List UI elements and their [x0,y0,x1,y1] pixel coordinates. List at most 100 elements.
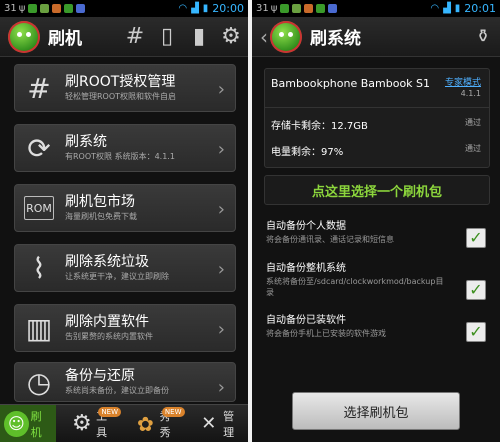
chevron-right-icon: › [217,259,225,280]
option-title: 自动备份已装软件 [266,315,346,326]
menu-item-subtitle: 告别累赘的系统内置软件 [65,332,153,341]
android-refresh-icon: ⟳ [27,131,51,165]
signal-icon: ▟ [443,3,451,14]
checkbox-backup-personal[interactable]: ✓ [466,228,486,248]
notification-icons: ψ [271,3,338,14]
page-title: 刷机 [48,29,82,49]
trash-icon: ▥ [25,311,53,345]
menu-item-title: 备份与还原 [65,368,135,384]
battery-row: 电量剩余：97% 通过 [271,143,483,158]
option-subtitle: 系统将备份至/sdcard/clockworkmod/backup目录 [266,277,444,297]
menu-item-root-manager[interactable]: # 刷ROOT授权管理 轻松管理ROOT权限和软件自启 › [14,64,236,112]
option-title: 自动备份个人数据 [266,221,346,232]
new-badge: NEW [98,406,121,417]
select-rom-button[interactable]: 选择刷机包 [292,392,460,430]
page-title: 刷系统 [310,29,361,49]
app-notification-icon [76,4,86,13]
clock: 20:01 [464,2,496,15]
gear-icon: ⚙ [71,411,92,436]
app-notification-icon [28,4,38,13]
menu-item-subtitle: 海量刷机包免费下载 [65,212,137,221]
menu-item-remove-builtin[interactable]: ▥ 刷除内置软件 告别累赘的系统内置软件 › [14,304,236,352]
chevron-right-icon: › [217,319,225,340]
menu-item-subtitle: 系统尚未备份，建议立即备份 [65,386,169,395]
back-icon[interactable]: ‹ [260,25,268,49]
menu-item-rom-market[interactable]: ROM 刷机包市场 海量刷机包免费下载 › [14,184,236,232]
device-name: Bambookphone Bambook S1 [271,77,431,90]
select-rom-link[interactable]: 点这里选择一个刷机包 [264,175,490,205]
storage-status: 通过 [465,118,481,127]
app-notification-icon [280,4,290,13]
tab-flash[interactable]: ☺ 刷机 [0,404,56,442]
flash-system-screen: 31 ψ ◠ ▟ ▮ 20:01 ‹ 刷系统 ⚱ Bambookphone Ba… [252,0,500,442]
storage-row: 存储卡剩余：12.7GB 通过 [271,117,483,132]
phone-icon[interactable]: ▯ [156,25,178,49]
checkbox-backup-system[interactable]: ✓ [466,280,486,300]
menu-item-subtitle: 有ROOT权限 系统版本：4.1.1 [65,152,175,161]
app-logo-icon[interactable] [270,20,302,53]
storage-label: 存储卡剩余：12.7GB [271,121,368,132]
app-notification-icon [52,4,62,13]
menu-item-title: 刷ROOT授权管理 [65,74,176,90]
history-icon: ◷ [26,365,52,399]
chevron-right-icon: › [217,139,225,160]
expert-mode-link[interactable]: 专家模式 [445,75,481,88]
menu-item-subtitle: 让系统更干净，建议立即刷除 [65,272,169,281]
tab-show[interactable]: ✿ 秀秀 NEW [129,405,185,442]
battery-tool-icon[interactable]: ▮ [188,25,210,49]
menu-item-title: 刷系统 [65,134,107,150]
app-header: ‹ 刷系统 ⚱ [252,17,500,57]
robot-icon: ☺ [4,410,29,437]
app-notification-icon [64,4,74,13]
rom-icon: ROM [24,196,54,220]
menu-item-flash-system[interactable]: ⟳ 刷系统 有ROOT权限 系统版本：4.1.1 › [14,124,236,172]
signal-icon: ▟ [191,3,199,14]
option-backup-apps[interactable]: 自动备份已装软件 将会备份手机上已安装的软件游戏 ✓ [266,314,488,358]
divider [265,107,489,108]
option-subtitle: 将会备份通讯录、通话记录和短信息 [266,235,394,244]
chevron-right-icon: › [217,377,225,398]
wifi-icon: ◠ [178,3,188,14]
battery-label: 电量剩余：97% [271,147,344,158]
app-notification-icon [40,4,50,13]
palette-icon: ✿ [136,411,154,436]
app-notification-icon [292,4,302,13]
wrench-icon: ✕ [201,413,217,434]
option-title: 自动备份整机系统 [266,263,346,274]
menu-item-subtitle: 轻松管理ROOT权限和软件自启 [65,92,177,101]
app-notification-icon [304,4,314,13]
app-logo-icon [8,20,40,53]
tab-label: 管理 [223,409,235,439]
menu-item-clean-junk[interactable]: ⌇ 刷除系统垃圾 让系统更干净，建议立即刷除 › [14,244,236,292]
gear-icon[interactable]: ⚙ [220,25,242,49]
status-bar: 31 ψ ◠ ▟ ▮ 20:01 [252,0,500,17]
battery-percent: 31 [4,3,17,14]
menu-item-backup-restore[interactable]: ◷ 备份与还原 系统尚未备份，建议立即备份 › [14,362,236,402]
chevron-right-icon: › [217,79,225,100]
new-badge: NEW [161,406,185,417]
option-subtitle: 将会备份手机上已安装的软件游戏 [266,329,386,338]
cleaner-icon[interactable]: ⚱ [472,25,494,49]
tab-manage[interactable]: ✕ 管理 [193,405,249,442]
hash-icon[interactable]: # [124,25,146,49]
tab-label: 刷机 [30,409,42,439]
menu-item-title: 刷除内置软件 [65,314,149,330]
option-backup-system[interactable]: 自动备份整机系统 系统将备份至/sdcard/clockworkmod/back… [266,262,488,306]
app-notification-icon [328,4,338,13]
checkbox-backup-apps[interactable]: ✓ [466,322,486,342]
broom-icon: ⌇ [32,251,46,285]
chevron-right-icon: › [217,199,225,220]
usb-icon: ψ [18,3,26,14]
tab-tools[interactable]: ⚙ 工具 NEW [66,405,121,442]
menu-item-title: 刷机包市场 [65,194,135,210]
menu-item-title: 刷除系统垃圾 [65,254,149,270]
usb-icon: ψ [270,3,278,14]
battery-percent: 31 [256,3,269,14]
option-backup-personal[interactable]: 自动备份个人数据 将会备份通讯录、通话记录和短信息 ✓ [266,220,488,264]
app-notification-icon [316,4,326,13]
bottom-nav: ☺ 刷机 ⚙ 工具 NEW ✿ 秀秀 NEW ✕ 管理 [0,404,248,442]
status-bar: 31 ψ ◠ ▟ ▮ 20:00 [0,0,248,17]
clock: 20:00 [212,2,244,15]
app-header: 刷机 # ▯ ▮ ⚙ [0,17,248,57]
battery-status: 通过 [465,144,481,153]
